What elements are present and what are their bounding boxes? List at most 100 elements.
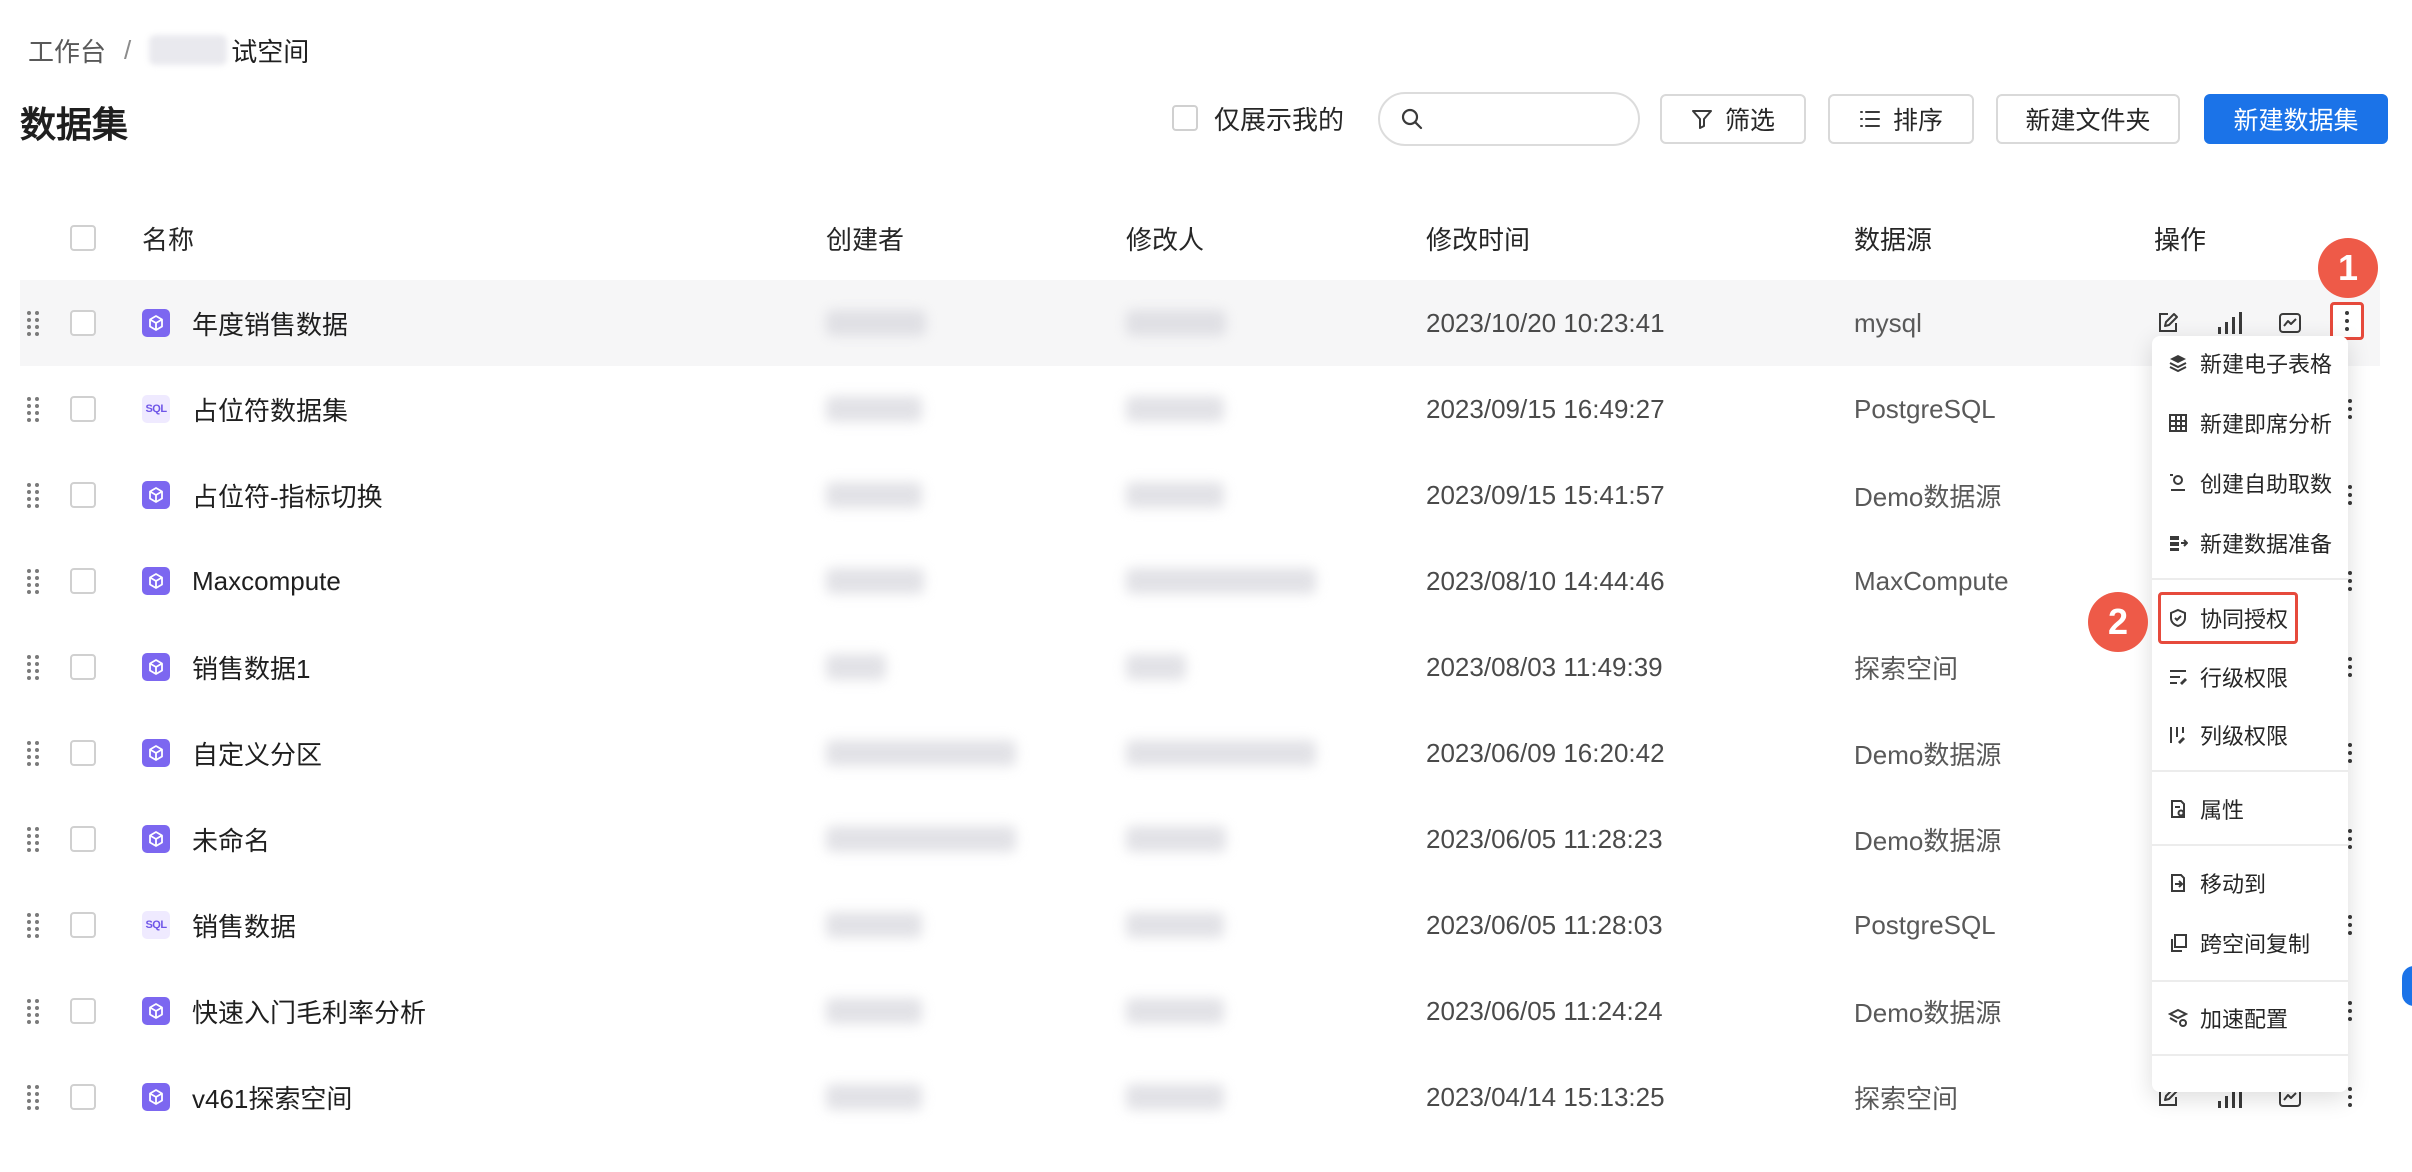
menu-item-move-to[interactable]: 移动到 bbox=[2152, 858, 2348, 908]
table-grid-icon bbox=[2169, 414, 2187, 432]
row-checkbox[interactable] bbox=[70, 396, 96, 422]
menu-label: 加速配置 bbox=[2200, 1007, 2289, 1032]
drag-handle-icon[interactable] bbox=[26, 280, 40, 366]
drag-handle-icon[interactable] bbox=[26, 968, 40, 1054]
table-row[interactable]: 年度销售数据 2023/10/20 10:23:41 mysql bbox=[20, 280, 2380, 366]
row-checkbox[interactable] bbox=[70, 482, 96, 508]
floating-assistant-button[interactable] bbox=[2402, 966, 2412, 1006]
dataset-name[interactable]: 销售数据 bbox=[192, 907, 296, 944]
menu-item-acceleration-config[interactable]: 加速配置 bbox=[2152, 993, 2348, 1043]
table-row[interactable]: 自定义分区 2023/06/09 16:20:42 Demo数据源 bbox=[20, 710, 2380, 796]
drag-handle-icon[interactable] bbox=[26, 882, 40, 968]
search-box[interactable] bbox=[1378, 92, 1640, 146]
filter-button[interactable]: 筛选 bbox=[1660, 94, 1806, 144]
sort-label: 排序 bbox=[1892, 107, 1943, 135]
row-select[interactable] bbox=[70, 366, 96, 452]
row-select[interactable] bbox=[70, 882, 96, 968]
drag-handle-icon[interactable] bbox=[26, 538, 40, 624]
row-select[interactable] bbox=[70, 710, 96, 796]
table-row[interactable]: SQL 占位符数据集 2023/09/15 16:49:27 PostgreSQ… bbox=[20, 366, 2380, 452]
new-dataset-button[interactable]: 新建数据集 bbox=[2204, 94, 2388, 144]
search-input[interactable] bbox=[1436, 105, 1626, 133]
row-select[interactable] bbox=[70, 968, 96, 1054]
dashboard-icon[interactable] bbox=[2276, 309, 2304, 337]
table-row[interactable]: 销售数据1 2023/08/03 11:49:39 探索空间 bbox=[20, 624, 2380, 710]
redacted-modifier bbox=[1126, 482, 1224, 508]
dataset-name[interactable]: 占位符数据集 bbox=[192, 391, 348, 428]
dataset-name[interactable]: 年度销售数据 bbox=[192, 305, 348, 342]
more-actions-active-icon[interactable] bbox=[2330, 302, 2364, 340]
drag-handle-icon[interactable] bbox=[26, 796, 40, 882]
bar-chart-icon[interactable] bbox=[2215, 309, 2243, 337]
breadcrumb-home[interactable]: 工作台 bbox=[28, 32, 106, 69]
table-row[interactable]: Maxcompute 2023/08/10 14:44:46 MaxComput… bbox=[20, 538, 2380, 624]
only-mine-checkbox[interactable] bbox=[1172, 105, 1198, 131]
row-select[interactable] bbox=[70, 280, 96, 366]
edit-icon[interactable] bbox=[2154, 309, 2182, 337]
row-select[interactable] bbox=[70, 538, 96, 624]
dataset-name-cell[interactable]: 自定义分区 bbox=[142, 710, 322, 796]
row-checkbox[interactable] bbox=[70, 912, 96, 938]
row-select[interactable] bbox=[70, 796, 96, 882]
menu-item-new-adhoc[interactable]: 新建即席分析 bbox=[2152, 398, 2348, 448]
drag-handle-icon[interactable] bbox=[26, 1054, 40, 1140]
sql-icon: SQL bbox=[142, 911, 170, 939]
table-row[interactable]: 未命名 2023/06/05 11:28:23 Demo数据源 bbox=[20, 796, 2380, 882]
menu-label: 跨空间复制 bbox=[2200, 932, 2311, 957]
only-mine-toggle[interactable]: 仅展示我的 bbox=[1172, 92, 1344, 144]
drag-handle-icon[interactable] bbox=[26, 366, 40, 452]
dataset-name-cell[interactable]: Maxcompute bbox=[142, 538, 341, 624]
row-select[interactable] bbox=[70, 1054, 96, 1140]
header-select-all[interactable] bbox=[70, 196, 96, 280]
dataset-name[interactable]: Maxcompute bbox=[192, 566, 341, 597]
dataset-name-cell[interactable]: SQL 销售数据 bbox=[142, 882, 296, 968]
header-modified-time: 修改时间 bbox=[1426, 224, 1531, 255]
menu-item-cross-space-copy[interactable]: 跨空间复制 bbox=[2152, 918, 2348, 968]
creator-cell bbox=[826, 796, 1016, 882]
new-folder-button[interactable]: 新建文件夹 bbox=[1996, 94, 2180, 144]
drag-handle-icon[interactable] bbox=[26, 624, 40, 710]
row-checkbox[interactable] bbox=[70, 740, 96, 766]
table-row[interactable]: 快速入门毛利率分析 2023/06/05 11:24:24 Demo数据源 bbox=[20, 968, 2380, 1054]
menu-label: 创建自助取数 bbox=[2200, 472, 2333, 497]
dataset-name-cell[interactable]: SQL 占位符数据集 bbox=[142, 366, 348, 452]
row-checkbox[interactable] bbox=[70, 1084, 96, 1110]
dataset-name[interactable]: 未命名 bbox=[192, 821, 270, 858]
menu-item-properties[interactable]: 属性 bbox=[2152, 784, 2348, 834]
drag-handle-icon[interactable] bbox=[26, 710, 40, 796]
data-prep-icon bbox=[2170, 536, 2188, 551]
dataset-name-cell[interactable]: 快速入门毛利率分析 bbox=[142, 968, 426, 1054]
select-all-checkbox[interactable] bbox=[70, 225, 96, 251]
table-row[interactable]: v461探索空间 2023/04/14 15:13:25 探索空间 bbox=[20, 1054, 2380, 1140]
dataset-name-cell[interactable]: 销售数据1 bbox=[142, 624, 310, 710]
row-checkbox[interactable] bbox=[70, 310, 96, 336]
row-checkbox[interactable] bbox=[70, 826, 96, 852]
row-select[interactable] bbox=[70, 624, 96, 710]
redacted-modifier bbox=[1126, 310, 1226, 336]
row-select[interactable] bbox=[70, 452, 96, 538]
row-checkbox[interactable] bbox=[70, 568, 96, 594]
menu-item-new-spreadsheet[interactable]: 新建电子表格 bbox=[2152, 338, 2348, 388]
dataset-name[interactable]: 占位符-指标切换 bbox=[192, 477, 383, 514]
table-row[interactable]: 占位符-指标切换 2023/09/15 15:41:57 Demo数据源 bbox=[20, 452, 2380, 538]
dataset-name-cell[interactable]: 未命名 bbox=[142, 796, 270, 882]
dataset-name-cell[interactable]: 年度销售数据 bbox=[142, 280, 348, 366]
cube-icon bbox=[142, 481, 170, 509]
dataset-name[interactable]: 销售数据1 bbox=[192, 649, 310, 686]
row-checkbox[interactable] bbox=[70, 654, 96, 680]
drag-handle-icon[interactable] bbox=[26, 452, 40, 538]
menu-item-column-permission[interactable]: 列级权限 bbox=[2152, 710, 2348, 760]
table-header: 名称 创建者 修改人 修改时间 数据源 操作 bbox=[20, 196, 2380, 280]
row-checkbox[interactable] bbox=[70, 998, 96, 1024]
dataset-name-cell[interactable]: v461探索空间 bbox=[142, 1054, 352, 1140]
creator-cell bbox=[826, 280, 926, 366]
table-row[interactable]: SQL 销售数据 2023/06/05 11:28:03 PostgreSQL bbox=[20, 882, 2380, 968]
menu-item-data-prep[interactable]: 新建数据准备 bbox=[2152, 518, 2348, 568]
dataset-name[interactable]: v461探索空间 bbox=[192, 1079, 352, 1116]
dataset-name[interactable]: 快速入门毛利率分析 bbox=[192, 993, 426, 1030]
dataset-name[interactable]: 自定义分区 bbox=[192, 735, 322, 772]
menu-item-self-service[interactable]: 创建自助取数 bbox=[2152, 458, 2348, 508]
dataset-name-cell[interactable]: 占位符-指标切换 bbox=[142, 452, 383, 538]
menu-item-row-permission[interactable]: 行级权限 bbox=[2152, 652, 2348, 702]
sort-button[interactable]: 排序 bbox=[1828, 94, 1974, 144]
